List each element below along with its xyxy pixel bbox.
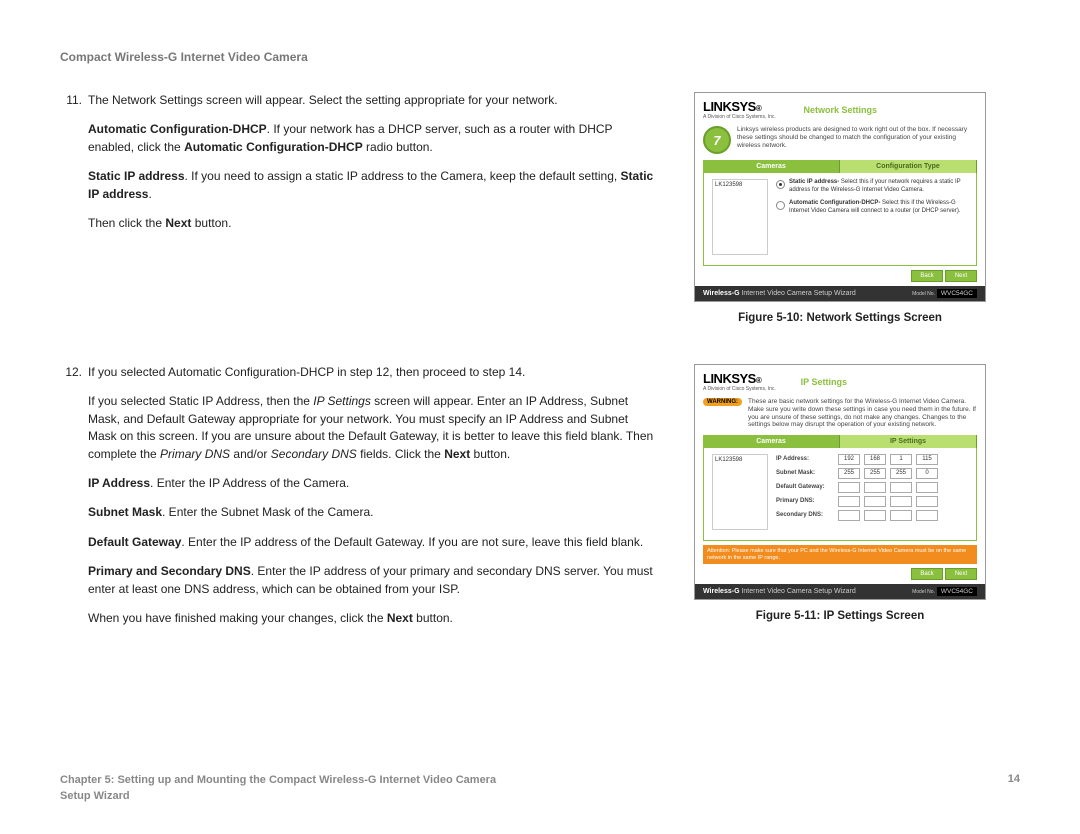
- step-number-12: 12.: [60, 364, 82, 639]
- step-11-text: 11. The Network Settings screen will app…: [60, 92, 660, 324]
- step-12-text: 12. If you selected Automatic Configurat…: [60, 364, 660, 649]
- page-number: 14: [1008, 773, 1020, 804]
- camera-listbox: LK123598: [712, 179, 768, 255]
- step-11-intro: The Network Settings screen will appear.…: [88, 92, 660, 109]
- wizard-description: These are basic network settings for the…: [748, 398, 977, 429]
- camera-listbox: LK123598: [712, 454, 768, 530]
- back-button: Back: [911, 568, 943, 580]
- step-12-next-para: When you have finished making your chang…: [88, 610, 660, 627]
- next-button: Next: [945, 568, 977, 580]
- model-number: Model No. WVC54GC: [912, 290, 977, 297]
- linksys-subtext: A Division of Cisco Systems, Inc.: [703, 386, 776, 392]
- subnet-mask-para: Subnet Mask. Enter the Subnet Mask of th…: [88, 504, 660, 521]
- step-number-11: 11.: [60, 92, 82, 244]
- wizard-title: Network Settings: [803, 105, 977, 115]
- wizard-title: IP Settings: [801, 377, 977, 387]
- tab-cameras: Cameras: [703, 435, 840, 448]
- step-12-ipsettings-para: If you selected Static IP Address, then …: [88, 393, 660, 463]
- model-number: Model No. WVC54GC: [912, 588, 977, 595]
- step-11-static-para: Static IP address. If you need to assign…: [88, 168, 660, 203]
- step-11-dhcp-para: Automatic Configuration-DHCP. If your ne…: [88, 121, 660, 156]
- dns-para: Primary and Secondary DNS. Enter the IP …: [88, 563, 660, 598]
- figure-5-10-caption: Figure 5-10: Network Settings Screen: [738, 312, 942, 324]
- linksys-logo: LINKSYS®: [703, 371, 776, 386]
- ip-address-para: IP Address. Enter the IP Address of the …: [88, 475, 660, 492]
- document-header-title: Compact Wireless-G Internet Video Camera: [60, 50, 1020, 64]
- tab-config-type: Configuration Type: [840, 160, 977, 173]
- figure-5-11-image: LINKSYS® A Division of Cisco Systems, In…: [694, 364, 986, 600]
- wizard-description: Linksys wireless products are designed t…: [737, 126, 977, 154]
- step-11-next-para: Then click the Next button.: [88, 215, 660, 232]
- default-gateway-para: Default Gateway. Enter the IP address of…: [88, 534, 660, 551]
- radio-dhcp: Automatic Configuration-DHCP- Select thi…: [776, 200, 968, 215]
- wizard-footer-label: Wireless-G Internet Video Camera Setup W…: [703, 588, 856, 595]
- tab-ip-settings: IP Settings: [840, 435, 977, 448]
- wizard-footer-label: Wireless-G Internet Video Camera Setup W…: [703, 290, 856, 297]
- step-badge-icon: 7: [703, 126, 731, 154]
- tab-cameras: Cameras: [703, 160, 840, 173]
- radio-icon: [776, 201, 785, 210]
- warning-badge-icon: WARNING:: [703, 398, 742, 406]
- radio-static-ip: Static IP address- Select this if your n…: [776, 179, 968, 194]
- footer-chapter: Chapter 5: Setting up and Mounting the C…: [60, 773, 496, 804]
- ip-settings-grid: IP Address: 1921681115 Subnet Mask: 2552…: [776, 454, 968, 521]
- linksys-subtext: A Division of Cisco Systems, Inc.: [703, 114, 776, 120]
- attention-note: Attention: Please make sure that your PC…: [703, 545, 977, 564]
- back-button: Back: [911, 270, 943, 282]
- radio-icon: [776, 180, 785, 189]
- linksys-logo: LINKSYS®: [703, 99, 776, 114]
- next-button: Next: [945, 270, 977, 282]
- figure-5-11-caption: Figure 5-11: IP Settings Screen: [756, 610, 925, 622]
- figure-5-10-image: LINKSYS® A Division of Cisco Systems, In…: [694, 92, 986, 302]
- step-12-intro: If you selected Automatic Configuration-…: [88, 364, 660, 381]
